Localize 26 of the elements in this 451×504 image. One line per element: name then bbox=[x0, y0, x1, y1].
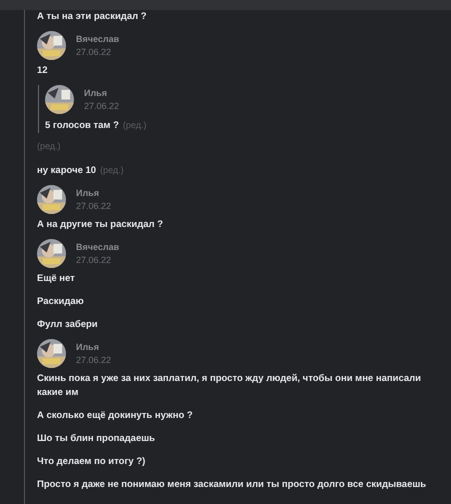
message-date: 27.06.22 bbox=[76, 201, 112, 211]
author-name[interactable]: Илья bbox=[84, 88, 120, 98]
message-text: А ты на эти раскидал ? bbox=[37, 11, 147, 22]
message-date: 27.06.22 bbox=[84, 101, 120, 111]
message-text: Просто я даже не понимаю меня заскамили или ты просто долго все скидываешь bbox=[37, 479, 426, 490]
message-text: Фулл забери bbox=[37, 319, 98, 330]
message-date: 27.06.22 bbox=[76, 355, 112, 365]
edited-label: (ред.) bbox=[37, 141, 61, 151]
message-text: Раскидаю bbox=[37, 296, 84, 307]
message-text: ну кароче 10 bbox=[37, 165, 96, 176]
author-name[interactable]: Илья bbox=[76, 342, 112, 352]
message-text: 12 bbox=[37, 65, 48, 76]
message-text: А на другие ты раскидал ? bbox=[37, 219, 164, 230]
author-name[interactable]: Илья bbox=[76, 188, 112, 198]
message-date: 27.06.22 bbox=[76, 47, 112, 57]
edited-label: (ред.) bbox=[122, 120, 146, 130]
author-name[interactable]: Вячеслав bbox=[76, 242, 120, 252]
edited-label: (ред.) bbox=[100, 165, 124, 175]
message-text: Что делаем по итогу ?) bbox=[37, 456, 146, 467]
message-text: Шо ты блин пропадаешь bbox=[37, 433, 155, 444]
message-text: А сколько ещё докинуть нужно ? bbox=[37, 410, 193, 421]
message-text: 5 голосов там ? bbox=[45, 120, 119, 131]
message-date: 27.06.22 bbox=[76, 255, 112, 265]
message-text: Скинь пока я уже за них заплатил, я просто жду людей, чтобы они мне написали какие им bbox=[37, 373, 422, 398]
author-name[interactable]: Вячеслав bbox=[76, 34, 120, 44]
message-text: Ещё нет bbox=[37, 273, 75, 284]
